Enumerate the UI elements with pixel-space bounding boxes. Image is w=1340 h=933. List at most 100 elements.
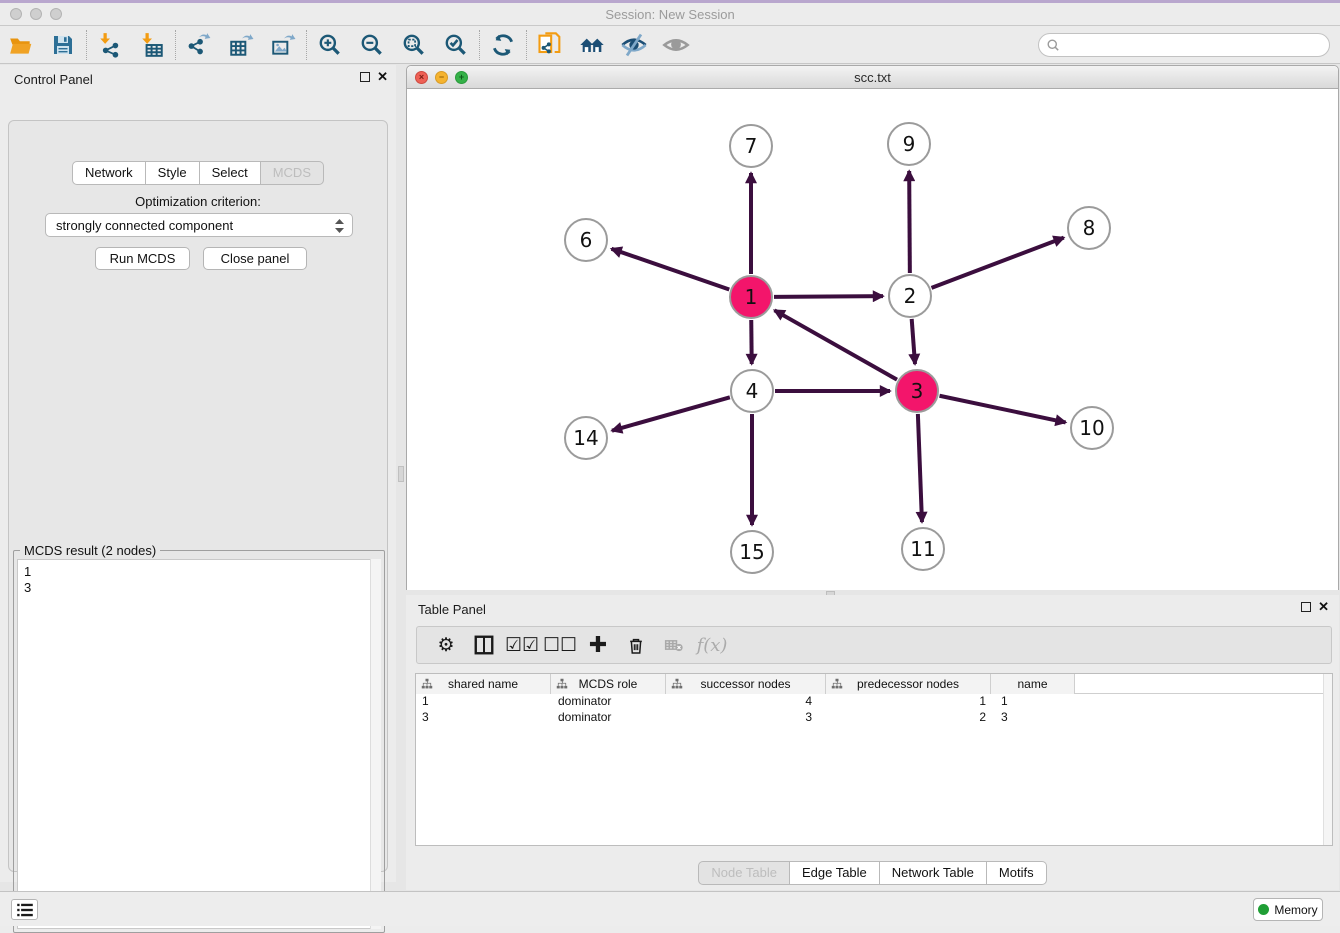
graph-node-2[interactable]: 2 xyxy=(888,274,932,318)
cell-name[interactable]: 3 xyxy=(991,710,1075,726)
export-network-icon[interactable] xyxy=(178,29,220,61)
tab-style[interactable]: Style xyxy=(146,161,200,185)
export-table-icon[interactable] xyxy=(220,29,262,61)
search-box xyxy=(1038,33,1330,57)
graph-node-4[interactable]: 4 xyxy=(730,369,774,413)
delete-row-icon[interactable] xyxy=(617,630,655,660)
zoom-selected-icon[interactable] xyxy=(435,29,477,61)
cell-shared-name[interactable]: 1 xyxy=(416,694,551,710)
toolbar-separator xyxy=(175,30,176,60)
hide-graphics-details-icon[interactable] xyxy=(613,29,655,61)
edge-3-1[interactable] xyxy=(774,310,896,379)
edge-1-6[interactable] xyxy=(612,249,730,290)
tab-select[interactable]: Select xyxy=(200,161,261,185)
tab-node-table[interactable]: Node Table xyxy=(698,861,790,885)
graph-node-8[interactable]: 8 xyxy=(1067,206,1111,250)
float-panel-icon[interactable] xyxy=(360,72,370,82)
graph-node-14[interactable]: 14 xyxy=(564,416,608,460)
column-header-successor-nodes[interactable]: successor nodes xyxy=(666,674,826,694)
node-label: 15 xyxy=(739,540,764,564)
graph-node-15[interactable]: 15 xyxy=(730,530,774,574)
graph-node-9[interactable]: 9 xyxy=(887,122,931,166)
cell-name[interactable]: 1 xyxy=(991,694,1075,710)
cell-predecessor-nodes[interactable]: 2 xyxy=(826,710,991,726)
close-panel-button[interactable]: Close panel xyxy=(203,247,307,270)
first-neighbors-icon[interactable] xyxy=(571,29,613,61)
edge-3-11[interactable] xyxy=(918,414,922,522)
tab-network-table[interactable]: Network Table xyxy=(880,861,987,885)
node-label: 4 xyxy=(746,379,759,403)
tab-network[interactable]: Network xyxy=(72,161,146,185)
edge-2-8[interactable] xyxy=(932,238,1064,288)
edge-3-10[interactable] xyxy=(940,396,1066,423)
graph-node-11[interactable]: 11 xyxy=(901,527,945,571)
main-toolbar xyxy=(0,26,1340,64)
deselect-all-icon[interactable]: ☐☐ xyxy=(541,630,579,660)
add-column-icon[interactable]: ✚ xyxy=(579,630,617,660)
table-panel: Table Panel ✕ ⚙ ☑☑ ☐☐ ✚ f(x) shared name… xyxy=(406,595,1339,890)
delete-table-icon xyxy=(655,630,693,660)
float-table-panel-icon[interactable] xyxy=(1301,602,1311,612)
cell-successor-nodes[interactable]: 3 xyxy=(666,710,826,726)
table-row[interactable]: 3dominator323 xyxy=(416,710,1332,726)
show-graphics-details-icon[interactable] xyxy=(655,29,697,61)
memory-button[interactable]: Memory xyxy=(1253,898,1323,921)
edge-4-14[interactable] xyxy=(612,397,730,430)
open-file-icon[interactable] xyxy=(0,29,42,61)
column-header-name[interactable]: name xyxy=(991,674,1075,694)
table-scrollbar[interactable] xyxy=(1323,674,1332,845)
zoom-in-icon[interactable] xyxy=(309,29,351,61)
cell-predecessor-nodes[interactable]: 1 xyxy=(826,694,991,710)
graph-node-7[interactable]: 7 xyxy=(729,124,773,168)
table-row[interactable]: 1dominator411 xyxy=(416,694,1332,710)
column-header-MCDS-role[interactable]: MCDS role xyxy=(551,674,666,694)
run-mcds-button[interactable]: Run MCDS xyxy=(95,247,190,270)
apply-layout-icon[interactable] xyxy=(482,29,524,61)
graph-node-1[interactable]: 1 xyxy=(729,275,773,319)
zoom-fit-icon[interactable] xyxy=(393,29,435,61)
import-network-icon[interactable] xyxy=(89,29,131,61)
node-label: 10 xyxy=(1079,416,1104,440)
close-panel-icon[interactable]: ✕ xyxy=(377,72,388,82)
cell-MCDS-role[interactable]: dominator xyxy=(551,710,666,726)
graph-node-3[interactable]: 3 xyxy=(895,369,939,413)
graph-node-6[interactable]: 6 xyxy=(564,218,608,262)
task-history-button[interactable] xyxy=(11,899,38,920)
cell-MCDS-role[interactable]: dominator xyxy=(551,694,666,710)
select-all-icon[interactable]: ☑☑ xyxy=(503,630,541,660)
edge-2-9[interactable] xyxy=(909,171,910,273)
optimization-criterion-select[interactable]: strongly connected component xyxy=(45,213,353,237)
table-panel-titlebar: Table Panel ✕ xyxy=(406,595,1339,623)
export-image-icon[interactable] xyxy=(262,29,304,61)
edge-2-3[interactable] xyxy=(912,319,915,364)
network-canvas[interactable]: 7 9 6 8 1 2 4 3 14 10 15 11 xyxy=(407,89,1338,590)
graph-node-10[interactable]: 10 xyxy=(1070,406,1114,450)
network-from-selection-icon[interactable] xyxy=(529,29,571,61)
result-scrollbar[interactable] xyxy=(370,559,381,929)
cell-successor-nodes[interactable]: 4 xyxy=(666,694,826,710)
column-type-icon xyxy=(421,678,433,690)
import-table-icon[interactable] xyxy=(131,29,173,61)
control-panel-tabs: NetworkStyleSelectMCDS xyxy=(0,161,396,185)
selected-option: strongly connected component xyxy=(56,218,233,233)
splitpane-grip[interactable] xyxy=(398,466,404,482)
tab-mcds[interactable]: MCDS xyxy=(261,161,324,185)
tab-motifs[interactable]: Motifs xyxy=(987,861,1047,885)
table-body: 1dominator4113dominator323 xyxy=(416,694,1332,726)
tab-edge-table[interactable]: Edge Table xyxy=(790,861,880,885)
cell-shared-name[interactable]: 3 xyxy=(416,710,551,726)
node-label: 2 xyxy=(904,284,917,308)
table-settings-icon[interactable]: ⚙ xyxy=(427,630,465,660)
search-input[interactable] xyxy=(1038,33,1330,57)
edge-1-2[interactable] xyxy=(774,296,883,297)
toolbar-separator xyxy=(526,30,527,60)
mcds-result-textarea[interactable]: 1 3 xyxy=(17,559,381,929)
close-table-panel-icon[interactable]: ✕ xyxy=(1318,602,1329,612)
column-header-shared-name[interactable]: shared name xyxy=(416,674,551,694)
zoom-out-icon[interactable] xyxy=(351,29,393,61)
network-window-titlebar[interactable]: × − + scc.txt xyxy=(407,66,1338,89)
node-label: 8 xyxy=(1083,216,1096,240)
save-session-icon[interactable] xyxy=(42,29,84,61)
column-header-predecessor-nodes[interactable]: predecessor nodes xyxy=(826,674,991,694)
column-visibility-icon[interactable] xyxy=(465,630,503,660)
